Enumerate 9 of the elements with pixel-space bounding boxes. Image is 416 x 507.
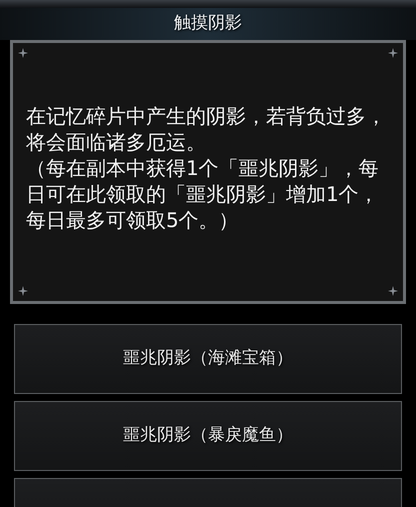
description-text: （每在副本中获得1个「噩兆阴影」，每日可在此领取的「噩兆阴影」增加1个，每日最多可领取5个。）: [26, 155, 380, 233]
sparkle-icon: [18, 286, 28, 296]
sparkle-icon: [388, 48, 398, 58]
sparkle-icon: [18, 48, 28, 58]
option-button[interactable]: 噩兆阴影（海滩宝箱）: [14, 324, 402, 394]
description-text: 在记忆碎片中产生的阴影，若背负过多，将会面临诸多厄运。: [26, 103, 387, 155]
option-button[interactable]: 噩兆阴影（暴戾魔鱼）: [14, 401, 402, 471]
window-title: 触摸阴影: [174, 12, 242, 36]
sparkle-icon: [388, 286, 398, 296]
